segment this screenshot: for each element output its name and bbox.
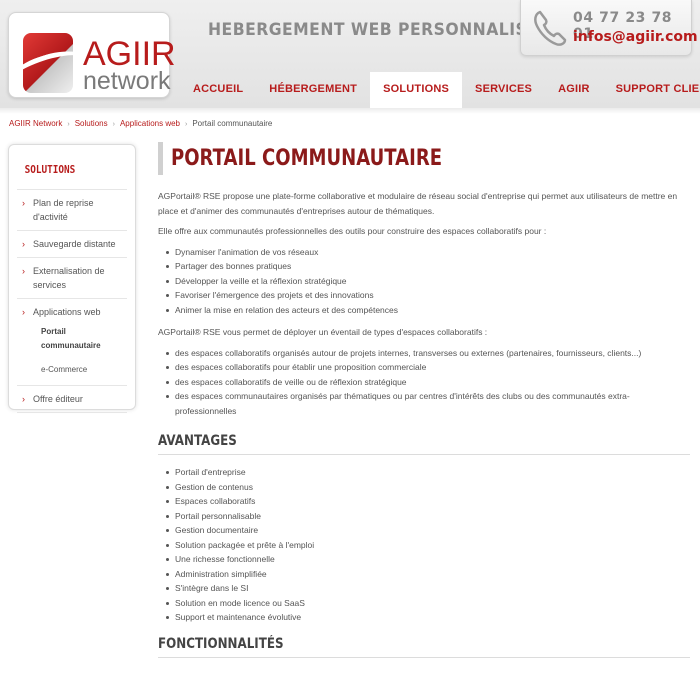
sidebar-item-applications-web[interactable]: › Applications web bbox=[17, 299, 127, 323]
list-item: Portail d'entreprise bbox=[166, 465, 690, 480]
sidebar-item-label: Externalisation de services bbox=[33, 266, 105, 290]
offer-intro-paragraph: Elle offre aux communautés professionnel… bbox=[158, 226, 547, 236]
list-item: Animer la mise en relation des acteurs e… bbox=[166, 303, 690, 318]
sidebar-title: SOLUTIONS bbox=[24, 163, 76, 176]
list-item: Portail personnalisable bbox=[166, 509, 690, 524]
phone-icon bbox=[534, 10, 567, 46]
contact-box: 04 77 23 78 01 infos@agiir.com bbox=[520, 0, 698, 56]
page-title-bar: PORTAIL COMMUNAUTAIRE bbox=[158, 142, 690, 175]
sidebar-item-sauvegarde[interactable]: › Sauvegarde distante bbox=[17, 231, 127, 258]
intro-paragraph: AGPortail® RSE propose une plate-forme c… bbox=[158, 191, 678, 216]
header-tagline: HEBERGEMENT WEB PERSONNALISE bbox=[208, 20, 539, 40]
main-content: PORTAIL COMMUNAUTAIRE AGPortail® RSE pro… bbox=[158, 142, 690, 668]
sidebar-item-offre-editeur[interactable]: › Offre éditeur bbox=[17, 386, 127, 413]
sidebar-item-label: Offre éditeur bbox=[33, 394, 83, 404]
logo-emblem-icon bbox=[23, 33, 73, 93]
chevron-right-icon: › bbox=[22, 266, 25, 276]
deploy-list: des espaces collaboratifs organisés auto… bbox=[166, 346, 690, 419]
list-item: Solution en mode licence ou SaaS bbox=[166, 596, 690, 611]
logo-subtitle: network bbox=[83, 67, 171, 95]
list-item: Gestion documentaire bbox=[166, 523, 690, 538]
contact-email-link[interactable]: infos@agiir.com bbox=[573, 29, 698, 45]
chevron-right-icon: › bbox=[22, 239, 25, 249]
list-item: Gestion de contenus bbox=[166, 480, 690, 495]
breadcrumb: AGIIR Network › Solutions › Applications web… bbox=[9, 119, 272, 128]
features-section: FONCTIONNALITÉS bbox=[158, 635, 690, 658]
nav-item-agiir[interactable]: AGIIR bbox=[545, 72, 603, 108]
offer-list: Dynamiser l'animation de vos réseaux Par… bbox=[166, 245, 690, 318]
breadcrumb-separator-icon: › bbox=[112, 121, 115, 128]
list-item: Une richesse fonctionnelle bbox=[166, 552, 690, 567]
deploy-intro-paragraph: AGPortail® RSE vous permet de déployer u… bbox=[158, 327, 488, 337]
list-item: Espaces collaboratifs bbox=[166, 494, 690, 509]
list-item: Partager des bonnes pratiques bbox=[166, 259, 690, 274]
advantages-list: Portail d'entreprise Gestion de contenus… bbox=[166, 465, 690, 625]
breadcrumb-solutions-link[interactable]: Solutions bbox=[75, 119, 108, 128]
nav-item-solutions[interactable]: SOLUTIONS bbox=[370, 72, 463, 108]
sidebar-item-externalisation[interactable]: › Externalisation de services bbox=[17, 258, 127, 299]
breadcrumb-separator-icon: › bbox=[185, 121, 188, 128]
breadcrumb-separator-icon: › bbox=[67, 121, 70, 128]
section-divider bbox=[158, 454, 690, 455]
header-shadow bbox=[0, 108, 700, 114]
list-item: des espaces collaboratifs organisés auto… bbox=[166, 346, 690, 361]
list-item: des espaces collaboratifs pour établir u… bbox=[166, 360, 690, 375]
chevron-right-icon: › bbox=[22, 394, 25, 404]
nav-item-hebergement[interactable]: HÉBERGEMENT bbox=[256, 72, 370, 108]
list-item: des espaces collaboratifs de veille ou d… bbox=[166, 375, 690, 390]
sidebar-item-plan-de-reprise[interactable]: › Plan de reprise d'activité bbox=[17, 190, 127, 231]
features-heading: FONCTIONNALITÉS bbox=[158, 635, 284, 652]
list-item: des espaces communautaires organisés par… bbox=[166, 389, 690, 418]
sidebar-item-label: Sauvegarde distante bbox=[33, 239, 116, 249]
main-nav: ACCUEIL HÉBERGEMENT SOLUTIONS SERVICES A… bbox=[180, 72, 700, 108]
list-item: Solution packagée et prête à l'emploi bbox=[166, 538, 690, 553]
sidebar: SOLUTIONS › Plan de reprise d'activité ›… bbox=[8, 144, 136, 413]
breadcrumb-current: Portail communautaire bbox=[192, 119, 273, 128]
nav-item-support-client[interactable]: SUPPORT CLIENT bbox=[603, 72, 700, 108]
list-item: Favoriser l'émergence des projets et des… bbox=[166, 288, 690, 303]
advantages-heading: AVANTAGES bbox=[158, 433, 237, 449]
section-divider bbox=[158, 656, 690, 658]
breadcrumb-applications-link[interactable]: Applications web bbox=[120, 119, 180, 128]
page-title: PORTAIL COMMUNAUTAIRE bbox=[171, 146, 443, 171]
sidebar-item-label: Applications web bbox=[33, 307, 101, 317]
nav-item-accueil[interactable]: ACCUEIL bbox=[180, 72, 256, 108]
list-item: Dynamiser l'animation de vos réseaux bbox=[166, 245, 690, 260]
chevron-right-icon: › bbox=[22, 198, 25, 208]
list-item: Support et maintenance évolutive bbox=[166, 610, 690, 625]
list-item: S'intègre dans le SI bbox=[166, 581, 690, 596]
advantages-section: AVANTAGES Portail d'entreprise Gestion d… bbox=[158, 432, 690, 625]
list-item: Développer la veille et la réflexion str… bbox=[166, 274, 690, 289]
sidebar-subitem-ecommerce[interactable]: e-Commerce bbox=[17, 357, 127, 386]
site-header: AGIIR network HEBERGEMENT WEB PERSONNALI… bbox=[0, 0, 700, 108]
logo-title: AGIIR bbox=[83, 35, 176, 73]
chevron-right-icon: › bbox=[22, 307, 25, 317]
list-item: Administration simplifiée bbox=[166, 567, 690, 582]
site-logo[interactable]: AGIIR network bbox=[8, 12, 176, 98]
sidebar-item-label: Plan de reprise d'activité bbox=[33, 198, 94, 222]
sidebar-menu: › Plan de reprise d'activité › Sauvegard… bbox=[17, 189, 127, 413]
breadcrumb-home-link[interactable]: AGIIR Network bbox=[9, 119, 62, 128]
nav-item-services[interactable]: SERVICES bbox=[462, 72, 545, 108]
sidebar-subitem-portail-communautaire[interactable]: Portail communautaire bbox=[17, 323, 127, 357]
